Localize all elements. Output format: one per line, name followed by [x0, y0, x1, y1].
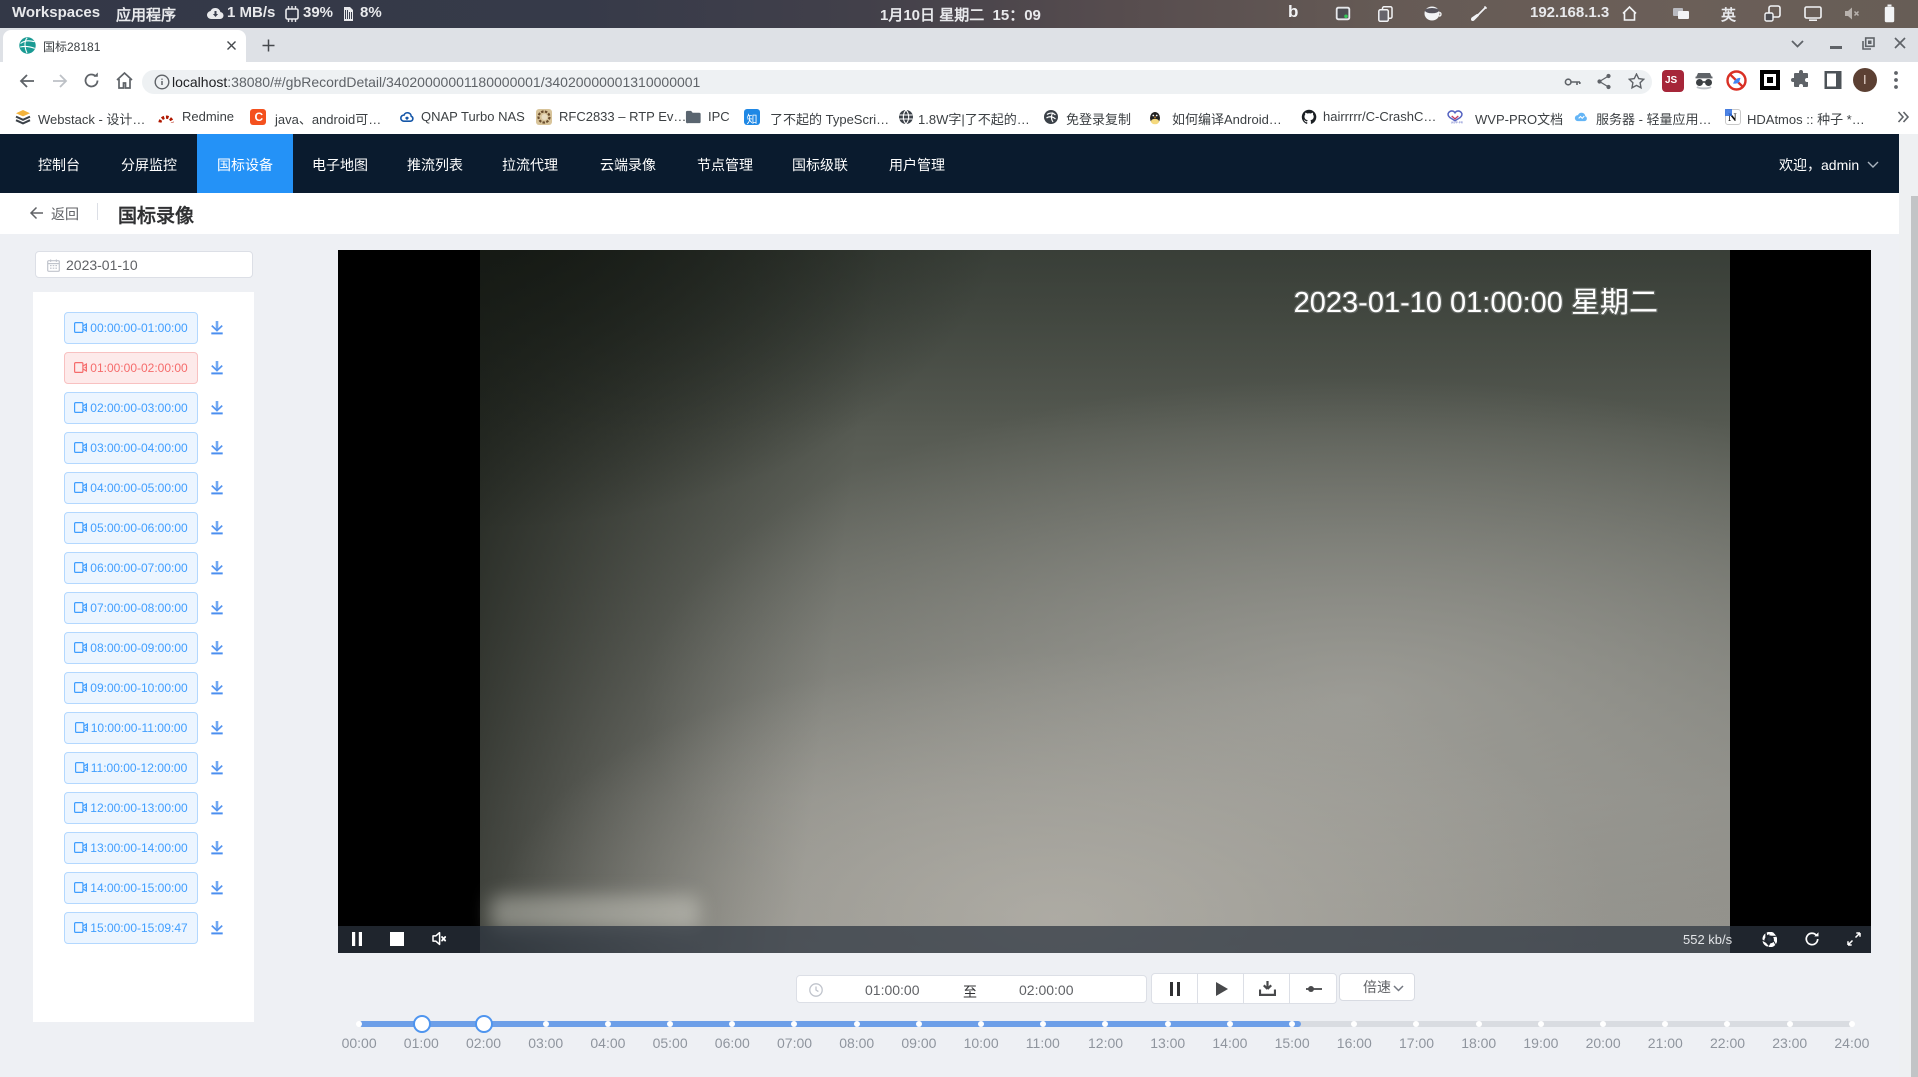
- svg-text:WVP-PRO: WVP-PRO: [1451, 121, 1463, 125]
